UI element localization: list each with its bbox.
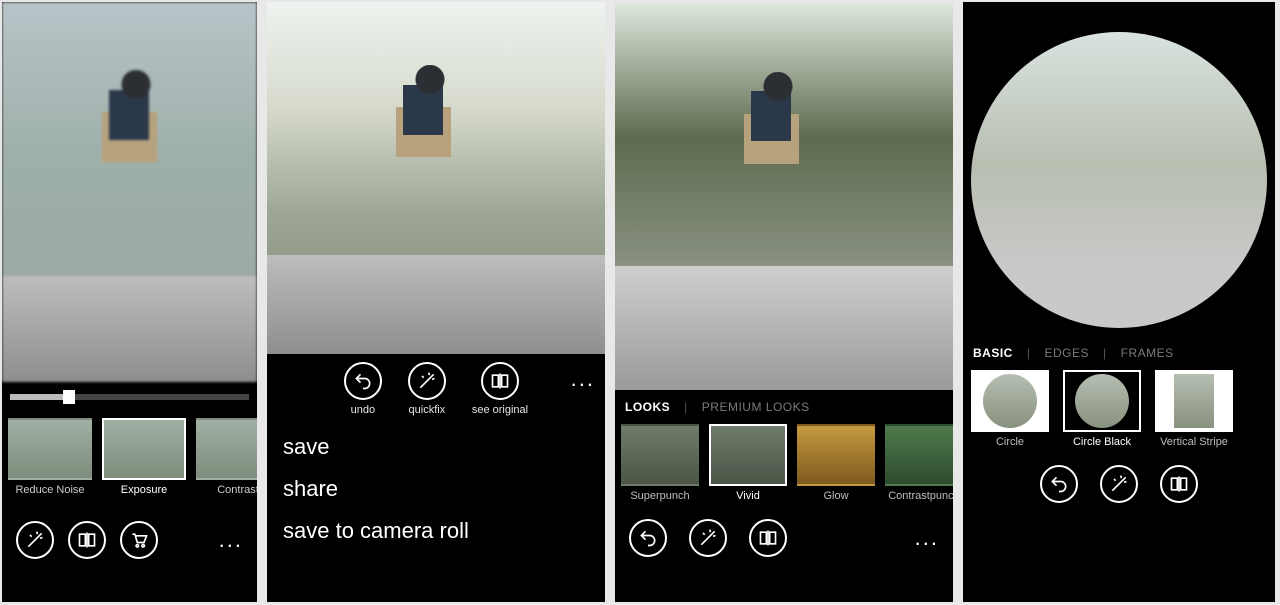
thumb-label: Contrast: [217, 484, 257, 496]
frame-label: Vertical Stripe: [1160, 436, 1228, 448]
menu-save-camera-roll[interactable]: save to camera roll: [281, 510, 591, 552]
tab-separator: |: [1027, 346, 1031, 360]
undo-icon: [638, 528, 658, 548]
action-label: see original: [472, 404, 528, 416]
look-label: Contrastpunch: [888, 490, 953, 502]
tab-separator: |: [1103, 346, 1107, 360]
undo-button[interactable]: [1040, 465, 1078, 503]
screen-frames: BASIC | EDGES | FRAMES Circle Circle Bla…: [963, 2, 1275, 602]
compare-button[interactable]: [749, 519, 787, 557]
wand-icon: [417, 371, 437, 391]
compare-icon: [77, 530, 97, 550]
looks-tabs: LOOKS | PREMIUM LOOKS: [615, 390, 953, 420]
look-label: Glow: [823, 490, 848, 502]
quickfix-button[interactable]: [1100, 465, 1138, 503]
tab-frames[interactable]: FRAMES: [1121, 346, 1174, 360]
menu-save[interactable]: save: [281, 426, 591, 468]
undo-icon: [1049, 474, 1069, 494]
shop-button[interactable]: [120, 521, 158, 559]
screen-looks: LOOKS | PREMIUM LOOKS Superpunch Vivid G…: [615, 2, 953, 602]
compare-icon: [490, 371, 510, 391]
top-spacer: [963, 2, 1275, 24]
undo-icon: [353, 371, 373, 391]
action-label: undo: [351, 404, 375, 416]
framed-photo-preview[interactable]: [963, 24, 1275, 336]
menu-share[interactable]: share: [281, 468, 591, 510]
photo-preview[interactable]: [2, 2, 257, 382]
quickfix-button[interactable]: [16, 521, 54, 559]
look-label: Vivid: [736, 490, 760, 502]
overflow-menu: save share save to camera roll: [267, 420, 605, 564]
compare-button[interactable]: [481, 362, 519, 400]
tab-basic[interactable]: BASIC: [973, 346, 1013, 360]
tab-edges[interactable]: EDGES: [1044, 346, 1089, 360]
frames-tabs: BASIC | EDGES | FRAMES: [963, 336, 1275, 366]
look-label: Superpunch: [630, 490, 689, 502]
compare-button[interactable]: [1160, 465, 1198, 503]
frame-vertical-stripe[interactable]: Vertical Stripe: [1153, 370, 1235, 448]
wand-icon: [25, 530, 45, 550]
more-button[interactable]: ...: [219, 527, 243, 553]
photo-preview[interactable]: [267, 2, 605, 354]
toolbar: [963, 454, 1275, 514]
thumb-label: Exposure: [121, 484, 167, 496]
frames-row: Circle Circle Black Vertical Stripe: [963, 366, 1275, 454]
frame-label: Circle Black: [1073, 436, 1131, 448]
see-original-action[interactable]: see original: [472, 362, 528, 416]
more-button[interactable]: ...: [571, 366, 595, 392]
look-superpunch[interactable]: Superpunch: [621, 424, 699, 502]
undo-action[interactable]: undo: [344, 362, 382, 416]
looks-row: Superpunch Vivid Glow Contrastpunch: [615, 420, 953, 508]
tab-looks[interactable]: LOOKS: [625, 400, 670, 414]
frame-label: Circle: [996, 436, 1024, 448]
thumb-reduce-noise[interactable]: Reduce Noise: [8, 418, 92, 508]
adjust-slider[interactable]: [2, 382, 257, 412]
wand-icon: [698, 528, 718, 548]
tab-separator: |: [684, 400, 688, 414]
cart-icon: [129, 530, 149, 550]
frame-circle-black[interactable]: Circle Black: [1061, 370, 1143, 448]
frame-circle[interactable]: Circle: [969, 370, 1051, 448]
photo-preview[interactable]: [615, 2, 953, 390]
compare-icon: [1169, 474, 1189, 494]
action-bar: undo quickfix see original ...: [267, 354, 605, 420]
quickfix-button[interactable]: [408, 362, 446, 400]
quickfix-action[interactable]: quickfix: [408, 362, 446, 416]
wand-icon: [1109, 474, 1129, 494]
look-glow[interactable]: Glow: [797, 424, 875, 502]
undo-button[interactable]: [344, 362, 382, 400]
thumb-contrast[interactable]: Contrast: [196, 418, 257, 508]
toolbar: ...: [615, 508, 953, 568]
screen-menu: undo quickfix see original ... save shar…: [267, 2, 605, 602]
thumb-exposure[interactable]: Exposure: [102, 418, 186, 508]
action-label: quickfix: [409, 404, 446, 416]
corrections-row: Reduce Noise Exposure Contrast: [2, 412, 257, 510]
look-vivid[interactable]: Vivid: [709, 424, 787, 502]
look-contrastpunch[interactable]: Contrastpunch: [885, 424, 953, 502]
quickfix-button[interactable]: [689, 519, 727, 557]
undo-button[interactable]: [629, 519, 667, 557]
more-button[interactable]: ...: [915, 525, 939, 551]
thumb-label: Reduce Noise: [15, 484, 84, 496]
compare-button[interactable]: [68, 521, 106, 559]
compare-icon: [758, 528, 778, 548]
toolbar: ...: [2, 510, 257, 570]
tab-premium-looks[interactable]: PREMIUM LOOKS: [702, 400, 810, 414]
screen-corrections: Reduce Noise Exposure Contrast ...: [2, 2, 257, 602]
